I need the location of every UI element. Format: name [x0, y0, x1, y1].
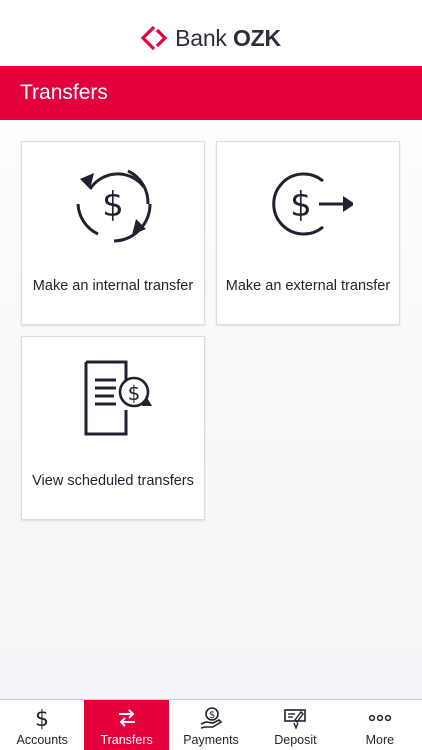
- transfer-options-grid: $ Make an internal transfer $ Make an ex…: [21, 141, 400, 520]
- internal-transfer-label: Make an internal transfer: [32, 278, 194, 294]
- transfer-arrows-icon: [118, 709, 135, 727]
- svg-text:$: $: [128, 381, 141, 405]
- page-title: Transfers: [20, 81, 108, 104]
- ozk-diamond-icon: [141, 25, 168, 51]
- bank-logo: Bank OZK: [141, 25, 281, 52]
- external-transfer-tile[interactable]: $ Make an external transfer: [216, 141, 400, 325]
- dollar-arrow-out-icon: $: [272, 172, 353, 236]
- brand-name: Bank OZK: [175, 25, 281, 52]
- dollar-icon: $: [35, 707, 49, 730]
- tab-accounts[interactable]: $ Accounts: [0, 700, 84, 750]
- tab-transfers[interactable]: Transfers: [84, 700, 169, 750]
- tab-more-label: More: [365, 733, 395, 747]
- tab-payments[interactable]: $ Payments: [169, 700, 253, 750]
- svg-text:$: $: [35, 707, 49, 730]
- tab-deposit[interactable]: Deposit: [253, 700, 337, 750]
- tab-payments-label: Payments: [183, 733, 239, 747]
- scheduled-document-icon: $: [84, 360, 152, 436]
- tab-deposit-label: Deposit: [274, 733, 317, 747]
- check-deposit-icon: [284, 709, 307, 730]
- page-header: Transfers: [0, 66, 422, 120]
- brand-name-bold: OZK: [232, 24, 281, 51]
- svg-text:$: $: [102, 185, 124, 225]
- scheduled-transfers-tile[interactable]: $ View scheduled transfers: [21, 336, 205, 520]
- more-dots-icon: [368, 714, 391, 722]
- top-bar: Bank OZK: [0, 0, 422, 66]
- bottom-tab-bar: $ Accounts Transfers $ Payments Deposit: [0, 699, 422, 750]
- tab-transfers-label: Transfers: [100, 733, 153, 747]
- svg-text:$: $: [209, 710, 215, 721]
- svg-text:$: $: [290, 185, 312, 225]
- internal-transfer-tile[interactable]: $ Make an internal transfer: [21, 141, 205, 325]
- external-transfer-label: Make an external transfer: [225, 278, 391, 294]
- tab-more[interactable]: More: [338, 700, 422, 750]
- dollar-cycle-icon: $: [76, 169, 152, 243]
- scheduled-transfers-label: View scheduled transfers: [32, 473, 194, 489]
- tab-accounts-label: Accounts: [16, 733, 68, 747]
- brand-name-light: Bank: [175, 24, 227, 51]
- hand-dollar-icon: $: [200, 707, 223, 729]
